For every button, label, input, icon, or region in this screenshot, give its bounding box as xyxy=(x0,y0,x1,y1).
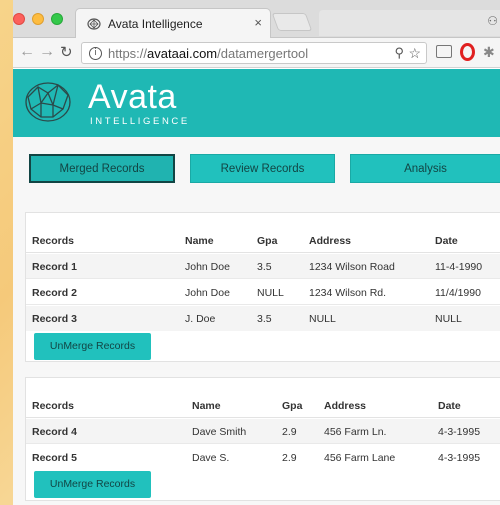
url-path: /datamergertool xyxy=(217,46,309,61)
gpa-cell: 3.5 xyxy=(257,313,272,325)
gpa-cell: NULL xyxy=(257,287,284,299)
column-header: Address xyxy=(324,400,367,412)
url-host: avataai.com xyxy=(147,46,218,61)
unmerge-records-button[interactable]: UnMerge Records xyxy=(34,333,151,360)
date-cell: 11/4/1990 xyxy=(435,287,481,299)
name-cell: J. Doe xyxy=(185,313,216,325)
table-row[interactable]: Record 2 John Doe NULL 1234 Wilson Rd. 1… xyxy=(26,280,500,305)
logo-subtitle: INTELLIGENCE xyxy=(90,116,190,127)
zoom-icon[interactable]: ⚲ xyxy=(394,45,404,61)
close-window-button[interactable] xyxy=(13,13,25,25)
record-cell: Record 3 xyxy=(32,313,77,325)
brain-logo-icon xyxy=(25,82,71,122)
url-scheme: https:// xyxy=(108,46,148,61)
tab-close-icon[interactable]: × xyxy=(254,15,262,30)
minimize-window-button[interactable] xyxy=(32,13,44,25)
record-cell: Record 4 xyxy=(32,426,77,438)
gpa-cell: 2.9 xyxy=(282,452,297,464)
column-header: Date xyxy=(435,235,458,247)
table-header-row: Records Name Gpa Address Date xyxy=(26,393,500,418)
info-icon[interactable]: i xyxy=(89,47,102,60)
address-cell: 456 Farm Lane xyxy=(324,452,396,464)
merged-records-button[interactable]: Merged Records xyxy=(29,154,175,183)
table-row[interactable]: Record 1 John Doe 3.5 1234 Wilson Road 1… xyxy=(26,254,500,279)
column-header: Name xyxy=(192,400,221,412)
record-cell: Record 1 xyxy=(32,261,77,273)
logo-text: Avata xyxy=(88,78,177,116)
maximize-window-button[interactable] xyxy=(51,13,63,25)
column-header: Records xyxy=(32,235,75,247)
column-header: Gpa xyxy=(257,235,278,247)
nav-bar: Merged Records Review Records Analysis xyxy=(13,137,500,197)
record-cell: Record 2 xyxy=(32,287,77,299)
back-arrow-icon[interactable]: ← xyxy=(19,43,35,61)
opera-extension-icon[interactable] xyxy=(460,43,475,61)
browser-tab[interactable]: Avata Intelligence × xyxy=(75,8,271,38)
address-cell: 1234 Wilson Rd. xyxy=(309,287,387,299)
analysis-button[interactable]: Analysis xyxy=(350,154,500,183)
table-row[interactable]: Record 5 Dave S. 2.9 456 Farm Lane 4-3-1… xyxy=(26,445,500,470)
date-cell: 4-3-1995 xyxy=(438,426,481,438)
column-header: Date xyxy=(438,400,461,412)
table-row[interactable]: Record 4 Dave Smith 2.9 456 Farm Ln. 4-3… xyxy=(26,419,500,444)
tab-strip-blank xyxy=(319,10,500,36)
merge-group-card: Records Name Gpa Address Date Record 4 D… xyxy=(25,377,500,501)
table-header-row: Records Name Gpa Address Date xyxy=(26,228,500,253)
browser-toolbar: ← → ↻ i https://avataai.com/datamergerto… xyxy=(13,38,500,68)
gpa-cell: 3.5 xyxy=(257,261,272,273)
new-tab-button[interactable] xyxy=(271,13,313,31)
forward-arrow-icon[interactable]: → xyxy=(39,43,55,61)
address-cell: 1234 Wilson Road xyxy=(309,261,395,273)
date-cell: 11-4-1990 xyxy=(435,261,483,273)
gpa-cell: 2.9 xyxy=(282,426,297,438)
table-row[interactable]: Record 3 J. Doe 3.5 NULL NULL xyxy=(26,306,500,331)
cast-icon[interactable] xyxy=(436,45,452,58)
column-header: Gpa xyxy=(282,400,303,412)
url-text: https://avataai.com/datamergertool xyxy=(108,46,308,61)
date-cell: 4-3-1995 xyxy=(438,452,481,464)
site-header: Avata INTELLIGENCE xyxy=(13,69,500,137)
extension-puzzle-icon[interactable]: ✱ xyxy=(483,44,495,61)
tab-strip: Avata Intelligence × ⚇ xyxy=(13,0,500,38)
column-header: Records xyxy=(32,400,75,412)
page-content: Avata INTELLIGENCE Merged Records Review… xyxy=(13,69,500,505)
address-cell: 456 Farm Ln. xyxy=(324,426,387,438)
address-bar[interactable]: i https://avataai.com/datamergertool ⚲ ☆ xyxy=(81,42,427,64)
column-header: Address xyxy=(309,235,352,247)
reload-icon[interactable]: ↻ xyxy=(60,43,73,61)
merge-group-card: Records Name Gpa Address Date Record 1 J… xyxy=(25,212,500,362)
brain-favicon-icon xyxy=(87,18,101,30)
unmerge-records-button[interactable]: UnMerge Records xyxy=(34,471,151,498)
record-cell: Record 5 xyxy=(32,452,77,464)
name-cell: John Doe xyxy=(185,287,230,299)
tab-title: Avata Intelligence xyxy=(108,17,203,31)
column-header: Name xyxy=(185,235,214,247)
profile-icon[interactable]: ⚇ xyxy=(487,14,498,28)
name-cell: John Doe xyxy=(185,261,230,273)
name-cell: Dave S. xyxy=(192,452,230,464)
address-cell: NULL xyxy=(309,313,336,325)
browser-window: Avata Intelligence × ⚇ ← → ↻ i https://a… xyxy=(13,0,500,505)
name-cell: Dave Smith xyxy=(192,426,247,438)
review-records-button[interactable]: Review Records xyxy=(190,154,335,183)
bookmark-star-icon[interactable]: ☆ xyxy=(408,45,421,62)
date-cell: NULL xyxy=(435,313,462,325)
